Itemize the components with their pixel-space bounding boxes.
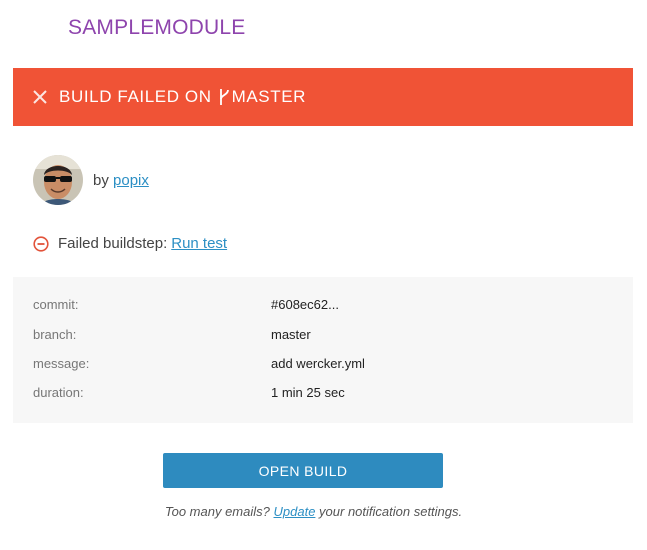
avatar [33, 155, 83, 205]
detail-row-message: message: add wercker.yml [33, 356, 613, 374]
detail-row-branch: branch: master [33, 327, 613, 345]
minus-circle-icon [33, 235, 49, 252]
author-row: by popix [33, 155, 149, 205]
detail-row-commit: commit: #608ec62... [33, 297, 613, 315]
detail-value: master [271, 327, 311, 342]
detail-label: branch: [33, 327, 77, 342]
banner-branch-name: MASTER [231, 87, 307, 106]
close-x-icon [33, 90, 47, 104]
build-details-panel: commit: #608ec62... branch: master messa… [13, 277, 633, 423]
failed-buildstep-row: Failed buildstep: Run test [33, 235, 227, 252]
module-title: SAMPLEMODULE [68, 16, 246, 39]
footer-note: Too many emails? Update your notificatio… [0, 504, 627, 519]
open-build-button[interactable]: OPEN BUILD [163, 453, 443, 488]
detail-label: commit: [33, 297, 79, 312]
banner-text: BUILD FAILED ON MASTER [59, 87, 306, 107]
build-notification-email: SAMPLEMODULE BUILD FAILED ON MASTER by p… [0, 0, 647, 550]
detail-value: 1 min 25 sec [271, 385, 345, 400]
detail-value: add wercker.yml [271, 356, 365, 371]
footer-prefix: Too many emails? [164, 504, 270, 519]
detail-value: #608ec62... [271, 297, 339, 312]
banner-status-text: BUILD FAILED ON [59, 87, 212, 106]
detail-row-duration: duration: 1 min 25 sec [33, 385, 613, 403]
detail-label: duration: [33, 385, 84, 400]
update-settings-link[interactable]: Update [274, 504, 316, 519]
failed-buildstep-label: Failed buildstep: [58, 235, 168, 252]
detail-label: message: [33, 356, 90, 371]
footer-suffix: your notification settings. [319, 504, 463, 519]
author-by-label: by [93, 171, 109, 189]
author-text: by popix [93, 172, 149, 189]
build-status-banner: BUILD FAILED ON MASTER [13, 68, 633, 126]
failed-step-link[interactable]: Run test [171, 235, 227, 252]
author-link[interactable]: popix [113, 172, 149, 189]
branch-icon [218, 88, 230, 106]
